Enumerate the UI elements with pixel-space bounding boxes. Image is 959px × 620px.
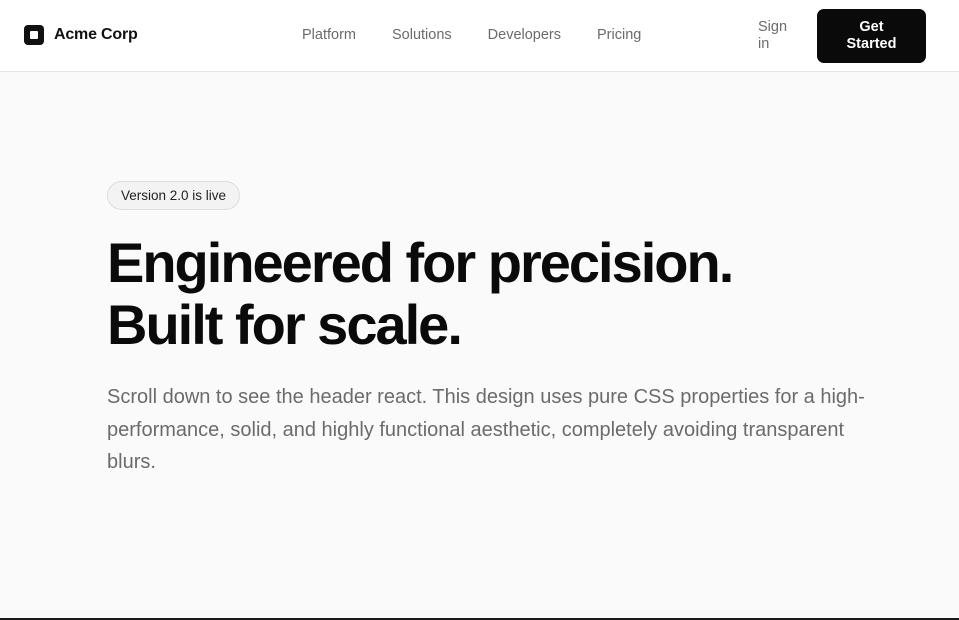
nav-link-pricing[interactable]: Pricing (597, 27, 641, 43)
sign-in-link[interactable]: Sign in (758, 19, 798, 53)
brand-name: Acme Corp (54, 26, 138, 43)
nav-link-platform[interactable]: Platform (302, 27, 356, 43)
nav-link-solutions[interactable]: Solutions (392, 27, 452, 43)
version-badge: Version 2.0 is live (107, 181, 241, 210)
hero-headline: Engineered for precision. Built for scal… (107, 232, 927, 356)
get-started-button[interactable]: Get Started (817, 9, 926, 63)
logo-square-icon (24, 25, 44, 45)
hero-subtext: Scroll down to see the header react. Thi… (107, 386, 865, 473)
brand-logo[interactable]: Acme Corp (24, 25, 138, 45)
headline-line-2: Built for scale. (107, 293, 463, 356)
nav-link-developers[interactable]: Developers (488, 27, 561, 43)
main-nav: Platform Solutions Developers Pricing (302, 27, 641, 43)
site-header: Acme Corp Platform Solutions Developers … (0, 0, 959, 72)
headline-line-1: Engineered for precision. (107, 231, 734, 294)
